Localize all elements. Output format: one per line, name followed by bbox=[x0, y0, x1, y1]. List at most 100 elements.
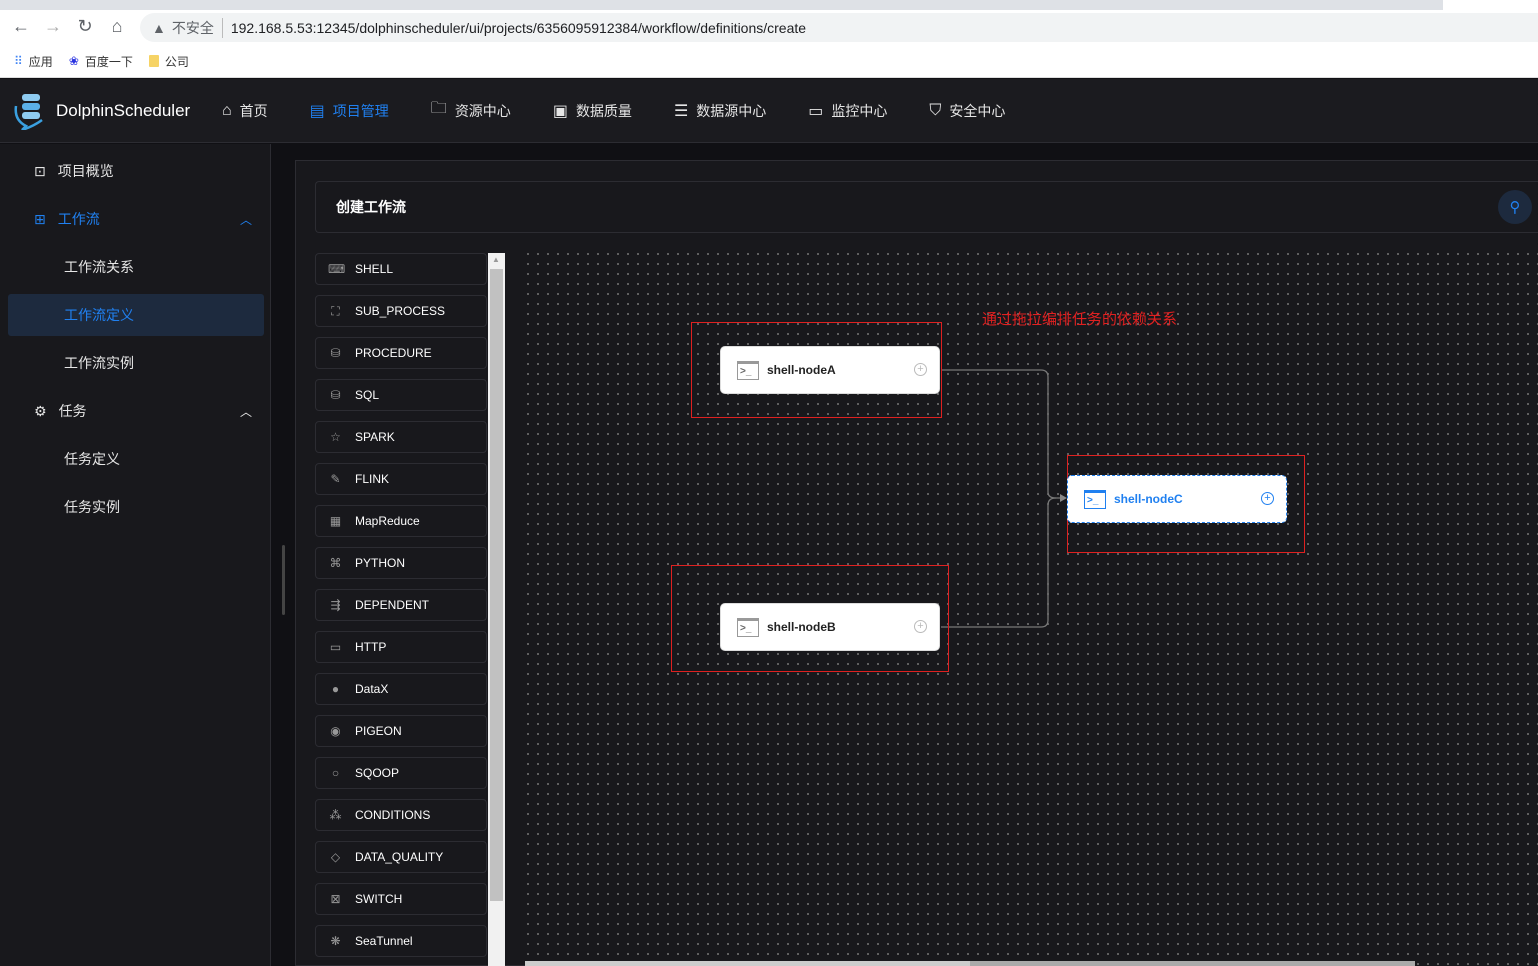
sidebar-item-workflow[interactable]: ⊞ 工作流 ︿ bbox=[8, 198, 264, 240]
task-type-icon: ⛁ bbox=[330, 346, 341, 360]
task-type-data-quality[interactable]: ◇ DATA_QUALITY bbox=[315, 841, 487, 873]
security-label: 不安全 bbox=[172, 17, 223, 38]
sidebar-item-task-instance[interactable]: 任务实例 bbox=[8, 486, 264, 528]
task-type-icon: ❋ bbox=[330, 934, 341, 948]
task-type-icon: ▦ bbox=[329, 514, 342, 528]
task-type-sub-process[interactable]: ⛶ SUB_PROCESS bbox=[315, 295, 487, 327]
task-type-icon: ⊠ bbox=[330, 892, 341, 906]
sidebar-item-task-definition[interactable]: 任务定义 bbox=[8, 438, 264, 480]
sidebar-item-workflow-instance[interactable]: 工作流实例 bbox=[8, 342, 264, 384]
terminal-icon: >_ bbox=[1084, 489, 1106, 509]
task-type-sql[interactable]: ⛁ SQL bbox=[315, 379, 487, 411]
top-nav: DolphinScheduler ⌂ 首页 ▤ 项目管理 🗀 资源中心 ▣ 数据质量 ☰… bbox=[0, 79, 1538, 143]
home-icon[interactable]: ⌂ bbox=[106, 16, 128, 37]
chevron-up-icon: ︿ bbox=[239, 212, 252, 227]
dag-node-selected[interactable]: >_ shell-nodeC + bbox=[1067, 475, 1287, 523]
datasource-icon: ☰ bbox=[673, 102, 689, 120]
add-circle-icon[interactable]: + bbox=[914, 620, 927, 633]
task-type-procedure[interactable]: ⛁ PROCEDURE bbox=[315, 337, 487, 369]
dolphin-logo-icon bbox=[14, 93, 43, 130]
folder-icon: 🗀 bbox=[430, 100, 447, 117]
task-type-icon: ⛁ bbox=[330, 388, 341, 402]
task-palette-scrollbar[interactable]: ▲ bbox=[488, 253, 505, 966]
task-type-mapreduce[interactable]: ▦ MapReduce bbox=[315, 505, 487, 537]
task-type-http[interactable]: ▭ HTTP bbox=[315, 631, 487, 663]
folder-icon bbox=[148, 55, 159, 67]
scroll-up-icon[interactable]: ▲ bbox=[492, 255, 500, 264]
nav-datasource[interactable]: ☰ 数据源中心 bbox=[674, 97, 766, 124]
task-type-icon: ✎ bbox=[330, 472, 341, 486]
task-type-spark[interactable]: ☆ SPARK bbox=[315, 421, 487, 453]
sidebar: ⊡ 项目概览 ⊞ 工作流 ︿ 工作流关系 工作流定义 工作流实例 ⚙ 任务 ︿ 任务定义 … bbox=[0, 144, 271, 966]
workflow-icon: ⊞ bbox=[34, 210, 46, 227]
task-type-shell[interactable]: ⌨ SHELL bbox=[315, 253, 487, 285]
annotation-text: 通过拖拉编排任务的依赖关系 bbox=[982, 311, 1178, 328]
gear-icon: ⚙ bbox=[34, 402, 47, 419]
project-icon: ▤ bbox=[309, 102, 325, 120]
search-icon: ⚲ bbox=[1509, 199, 1521, 216]
reload-icon[interactable]: ↻ bbox=[74, 16, 96, 37]
sidebar-item-workflow-relation[interactable]: 工作流关系 bbox=[8, 246, 264, 288]
task-type-datax[interactable]: ● DataX bbox=[315, 673, 487, 705]
bookmarks-bar: ⠿ 应用 ❀ 百度一下 公司 bbox=[0, 45, 1538, 78]
nav-data-quality[interactable]: ▣ 数据质量 bbox=[553, 97, 632, 124]
dag-node[interactable]: >_ shell-nodeA + bbox=[720, 346, 940, 394]
task-type-python[interactable]: ⌘ PYTHON bbox=[315, 547, 487, 579]
canvas-horizontal-scrollbar[interactable] bbox=[525, 961, 1415, 966]
task-type-icon: ◇ bbox=[330, 850, 341, 864]
task-type-icon: ▭ bbox=[329, 640, 342, 654]
forward-icon[interactable]: → bbox=[42, 16, 64, 37]
page-title: 创建工作流 bbox=[336, 199, 406, 215]
page-header: 创建工作流 bbox=[315, 181, 1538, 233]
back-icon[interactable]: ← bbox=[10, 16, 32, 37]
apps-icon: ⠿ bbox=[14, 54, 23, 68]
task-type-icon: ⌨ bbox=[328, 262, 346, 276]
task-type-switch[interactable]: ⊠ SWITCH bbox=[315, 883, 487, 915]
sidebar-item-task[interactable]: ⚙ 任务 ︿ bbox=[8, 390, 264, 432]
task-type-icon: ◉ bbox=[330, 724, 341, 738]
terminal-icon: >_ bbox=[737, 617, 759, 637]
task-type-flink[interactable]: ✎ FLINK bbox=[315, 463, 487, 495]
sidebar-scrollbar[interactable] bbox=[282, 545, 285, 615]
nav-security[interactable]: ⛉ 安全中心 bbox=[929, 97, 1005, 124]
nav-monitor[interactable]: ▭ 监控中心 bbox=[808, 97, 887, 124]
terminal-icon: >_ bbox=[737, 360, 759, 380]
brand[interactable]: DolphinScheduler bbox=[12, 92, 222, 130]
task-type-seatunnel[interactable]: ❋ SeaTunnel bbox=[315, 925, 487, 957]
nav-project[interactable]: ▤ 项目管理 bbox=[310, 97, 389, 124]
nav-home[interactable]: ⌂ 首页 bbox=[222, 97, 268, 124]
sidebar-item-workflow-definition[interactable]: 工作流定义 bbox=[8, 294, 264, 336]
task-type-sqoop[interactable]: ○ SQOOP bbox=[315, 757, 487, 789]
task-type-icon: ⛶ bbox=[331, 303, 340, 318]
data-quality-icon: ▣ bbox=[552, 102, 568, 120]
overview-icon: ⊡ bbox=[34, 162, 46, 179]
add-circle-icon[interactable]: + bbox=[1261, 492, 1274, 505]
task-type-icon: ● bbox=[331, 682, 340, 696]
monitor-icon: ▭ bbox=[808, 102, 824, 120]
browser-tab-strip bbox=[0, 0, 1538, 10]
task-type-dependent[interactable]: ⇶ DEPENDENT bbox=[315, 589, 487, 621]
bookmark-baidu[interactable]: ❀ 百度一下 bbox=[69, 53, 133, 70]
url-text: 192.168.5.53:12345/dolphinscheduler/ui/p… bbox=[230, 19, 807, 36]
dag-node[interactable]: >_ shell-nodeB + bbox=[720, 603, 940, 651]
chevron-up-icon: ︿ bbox=[239, 404, 252, 419]
sidebar-item-project-overview[interactable]: ⊡ 项目概览 bbox=[8, 150, 264, 192]
task-type-conditions[interactable]: ⁂ CONDITIONS bbox=[315, 799, 487, 831]
add-circle-icon[interactable]: + bbox=[914, 363, 927, 376]
bookmark-folder[interactable]: 公司 bbox=[148, 53, 189, 70]
task-type-icon: ☆ bbox=[330, 430, 341, 444]
bookmark-apps[interactable]: ⠿ 应用 bbox=[14, 53, 53, 70]
nav-resource[interactable]: 🗀 资源中心 bbox=[431, 97, 511, 124]
browser-toolbar: ← → ↻ ⌂ ▲ 不安全 192.168.5.53:12345/dolphin… bbox=[0, 10, 1538, 45]
task-type-icon: ⌘ bbox=[329, 556, 342, 570]
baidu-icon: ❀ bbox=[68, 54, 79, 68]
warning-icon: ▲ bbox=[152, 19, 166, 36]
address-bar[interactable]: ▲ 不安全 192.168.5.53:12345/dolphinschedule… bbox=[140, 13, 1538, 42]
scrollbar-thumb[interactable] bbox=[490, 269, 503, 901]
search-button[interactable]: ⚲ bbox=[1498, 190, 1532, 224]
task-type-icon: ⁂ bbox=[329, 808, 342, 822]
shield-icon: ⛉ bbox=[929, 101, 942, 119]
task-type-icon: ⇶ bbox=[330, 598, 341, 612]
task-type-pigeon[interactable]: ◉ PIGEON bbox=[315, 715, 487, 747]
scrollbar-thumb[interactable] bbox=[970, 961, 1415, 966]
